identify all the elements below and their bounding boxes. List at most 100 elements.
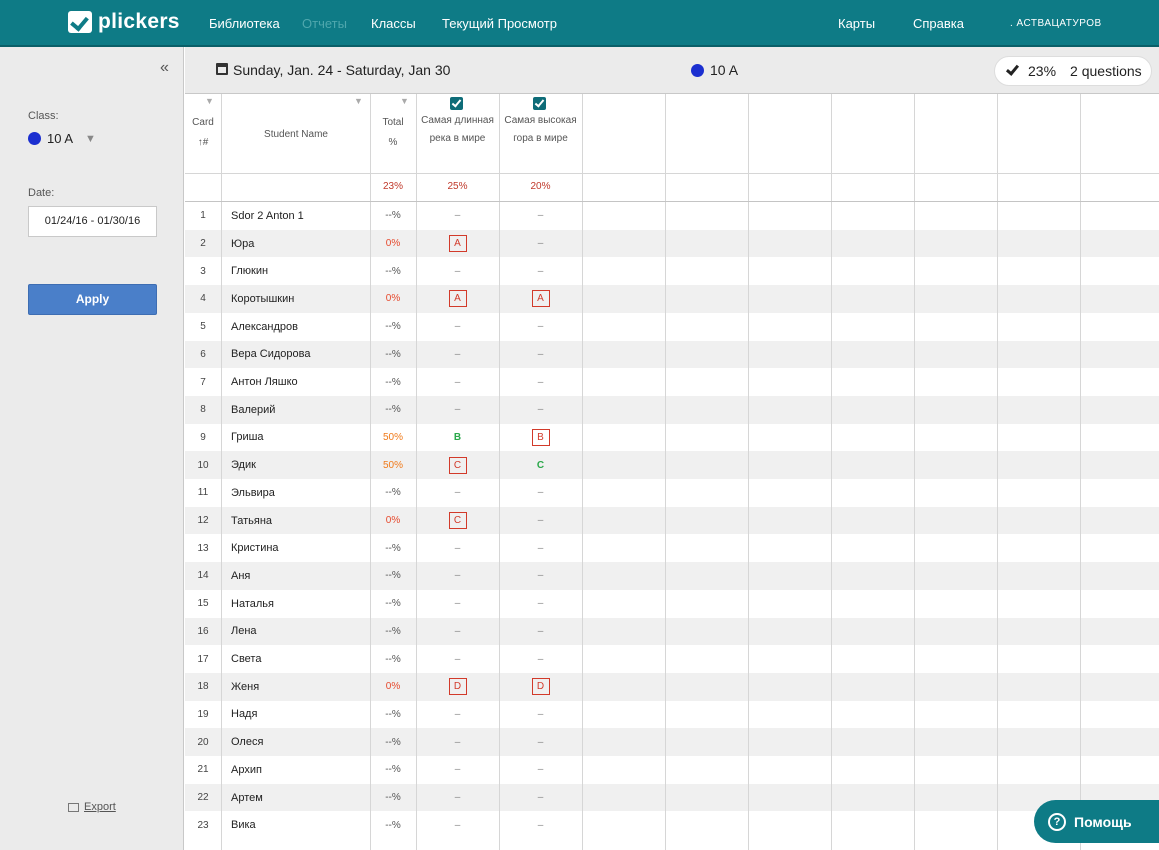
table-row[interactable]: 23 Вика --% – – — [185, 811, 1159, 839]
question-2-answer: – — [499, 313, 582, 341]
nav-classes[interactable]: Классы — [371, 16, 416, 31]
correct-answer: C — [536, 459, 545, 471]
nav-cards[interactable]: Карты — [838, 16, 875, 31]
col-name-header[interactable]: Student Name — [222, 126, 370, 144]
table-row[interactable]: 9 Гриша 50% B B — [185, 424, 1159, 452]
table-row[interactable]: 7 Антон Ляшко --% – – — [185, 368, 1159, 396]
sort-chevron-icon[interactable]: ▼ — [400, 96, 409, 106]
sort-chevron-icon[interactable]: ▼ — [354, 96, 363, 106]
question-2-answer: – — [499, 230, 582, 258]
card-number: 21 — [197, 764, 209, 776]
student-total: --% — [385, 792, 401, 804]
student-name[interactable]: Эдик — [231, 451, 371, 479]
class-select[interactable]: 10 A ▼ — [28, 131, 96, 146]
student-name[interactable]: Sdor 2 Anton 1 — [231, 202, 371, 230]
nav-user-menu[interactable]: . АСТВАЦАТУРОВ — [1010, 18, 1102, 29]
column-divider — [499, 94, 500, 850]
student-name[interactable]: Надя — [231, 701, 371, 729]
student-name[interactable]: Валерий — [231, 396, 371, 424]
question-1-answer: – — [416, 479, 499, 507]
table-row[interactable]: 22 Артем --% – – — [185, 783, 1159, 812]
table-row[interactable]: 8 Валерий --% – – — [185, 395, 1159, 424]
student-name[interactable]: Гриша — [231, 424, 371, 452]
no-answer-dash: – — [537, 210, 544, 222]
sort-chevron-icon[interactable]: ▼ — [205, 96, 214, 106]
question-2-title[interactable]: Самая высокая гора в мире — [499, 112, 582, 148]
table-row[interactable]: 18 Женя 0% D D — [185, 672, 1159, 701]
table-row[interactable]: 15 Наталья --% – – — [185, 590, 1159, 618]
export-link[interactable]: Export — [68, 801, 116, 813]
help-button[interactable]: ? Помощь — [1034, 800, 1159, 843]
table-row[interactable]: 3 Глюкин --% – – — [185, 257, 1159, 285]
student-total: --% — [385, 570, 401, 582]
no-answer-dash: – — [454, 376, 461, 388]
nav-help[interactable]: Справка — [913, 16, 964, 31]
table-row[interactable]: 12 Татьяна 0% C – — [185, 506, 1159, 535]
table-row[interactable]: 13 Кристина --% – – — [185, 534, 1159, 562]
question-1-answer: – — [416, 728, 499, 756]
student-total: 0% — [385, 681, 401, 693]
question-1-answer: – — [416, 562, 499, 590]
table-row[interactable]: 1 Sdor 2 Anton 1 --% – – — [185, 202, 1159, 230]
student-name[interactable]: Женя — [231, 673, 371, 701]
plickers-logo[interactable]: plickers — [68, 10, 180, 34]
student-name[interactable]: Кристина — [231, 534, 371, 562]
table-row[interactable]: 16 Лена --% – – — [185, 617, 1159, 646]
question-2-answer: – — [499, 202, 582, 230]
col-total-header[interactable]: Total — [370, 114, 416, 132]
table-row[interactable]: 6 Вера Сидорова --% – – — [185, 340, 1159, 369]
student-name[interactable]: Юра — [231, 230, 371, 258]
student-name[interactable]: Лена — [231, 618, 371, 646]
collapse-sidebar-icon[interactable]: « — [160, 59, 169, 77]
incorrect-answer-box: D — [448, 678, 467, 696]
student-name[interactable]: Глюкин — [231, 257, 371, 285]
student-name[interactable]: Олеся — [231, 728, 371, 756]
question-1-title[interactable]: Самая длинная река в мире — [416, 112, 499, 148]
nav-reports[interactable]: Отчеты — [302, 16, 347, 31]
no-answer-dash: – — [537, 736, 544, 748]
question-2-answer: – — [499, 784, 582, 812]
no-answer-dash: – — [454, 819, 461, 831]
table-row[interactable]: 5 Александров --% – – — [185, 313, 1159, 341]
student-name[interactable]: Татьяна — [231, 507, 371, 535]
nav-live-view[interactable]: Текущий Просмотр — [442, 16, 557, 31]
incorrect-answer-box: B — [531, 428, 550, 446]
student-name[interactable]: Вика — [231, 811, 371, 839]
student-name[interactable]: Антон Ляшко — [231, 368, 371, 396]
nav-library[interactable]: Библиотека — [209, 16, 280, 31]
student-name[interactable]: Наталья — [231, 590, 371, 618]
column-divider — [748, 94, 749, 850]
table-row[interactable]: 10 Эдик 50% C C — [185, 451, 1159, 479]
question-2-answer: – — [499, 368, 582, 396]
table-row[interactable]: 20 Олеся --% – – — [185, 728, 1159, 756]
card-number: 14 — [197, 570, 209, 582]
table-row[interactable]: 14 Аня --% – – — [185, 562, 1159, 590]
apply-button[interactable]: Apply — [28, 284, 157, 315]
student-name[interactable]: Архип — [231, 756, 371, 784]
question-1-checkbox[interactable] — [450, 97, 463, 110]
student-name[interactable]: Вера Сидорова — [231, 341, 371, 369]
question-2-checkbox[interactable] — [533, 97, 546, 110]
student-name[interactable]: Аня — [231, 562, 371, 590]
table-row[interactable]: 21 Архип --% – – — [185, 756, 1159, 784]
col-card-header[interactable]: Card — [185, 114, 221, 132]
table-row[interactable]: 19 Надя --% – – — [185, 701, 1159, 729]
student-name[interactable]: Артем — [231, 784, 371, 812]
class-color-dot — [691, 63, 704, 77]
no-answer-dash: – — [454, 487, 461, 499]
student-name[interactable]: Эльвира — [231, 479, 371, 507]
checkmark-icon — [1005, 62, 1020, 76]
student-name[interactable]: Света — [231, 645, 371, 673]
incorrect-answer-box: A — [531, 290, 550, 308]
no-answer-dash: – — [454, 348, 461, 360]
student-name[interactable]: Александров — [231, 313, 371, 341]
table-row[interactable]: 2 Юра 0% A – — [185, 229, 1159, 258]
student-name[interactable]: Коротышкин — [231, 285, 371, 313]
table-row[interactable]: 11 Эльвира --% – – — [185, 479, 1159, 507]
question-2-answer: – — [499, 701, 582, 729]
date-range-input[interactable]: 01/24/16 - 01/30/16 — [28, 206, 157, 237]
table-row[interactable]: 4 Коротышкин 0% A A — [185, 285, 1159, 313]
question-1-answer: A — [416, 285, 499, 313]
card-number: 5 — [200, 321, 206, 333]
table-row[interactable]: 17 Света --% – – — [185, 645, 1159, 673]
